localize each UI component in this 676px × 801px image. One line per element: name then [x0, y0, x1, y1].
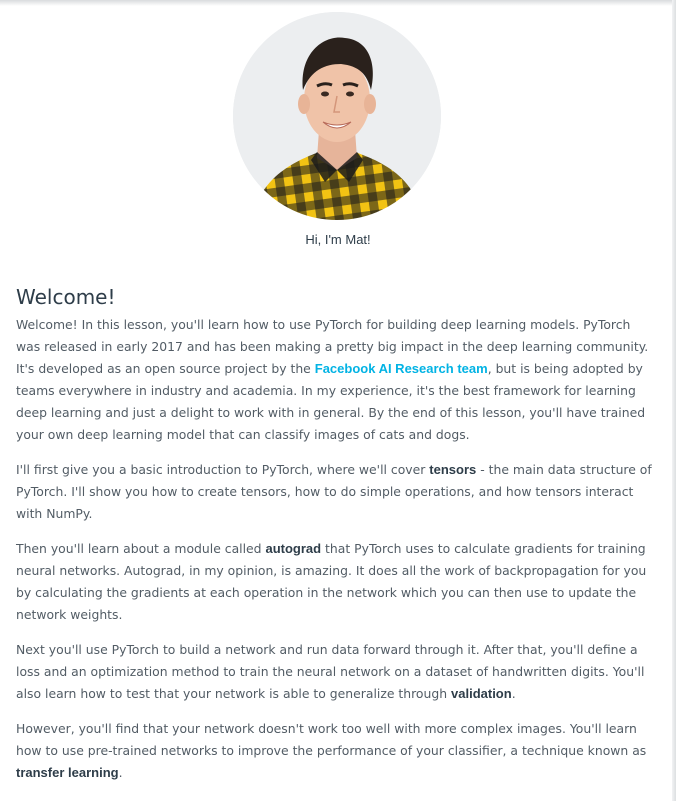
paragraph-tensors: I'll first give you a basic introduction…: [16, 462, 652, 521]
instructor-caption: Hi, I'm Mat!: [305, 232, 371, 247]
lesson-content: Welcome! In this lesson, you'll learn ho…: [16, 314, 656, 797]
validation-term: validation: [451, 686, 512, 701]
page-title: Welcome!: [16, 285, 116, 309]
autograd-term: autograd: [265, 541, 322, 556]
instructor-portrait-icon: [233, 12, 441, 220]
top-shadow: [0, 0, 676, 6]
facebook-ai-research-link[interactable]: Facebook AI Research team: [315, 361, 488, 376]
tensors-term: tensors: [429, 462, 477, 477]
paragraph-intro: Welcome! In this lesson, you'll learn ho…: [16, 317, 649, 442]
paragraph-autograd: Then you'll learn about a module called …: [16, 541, 647, 622]
instructor-avatar: [233, 12, 441, 220]
transfer-learning-term: transfer learning: [16, 765, 119, 780]
scroll-edge: [672, 0, 676, 801]
paragraph-network: Next you'll use PyTorch to build a netwo…: [16, 642, 645, 701]
paragraph-transfer: However, you'll find that your network d…: [16, 721, 647, 780]
